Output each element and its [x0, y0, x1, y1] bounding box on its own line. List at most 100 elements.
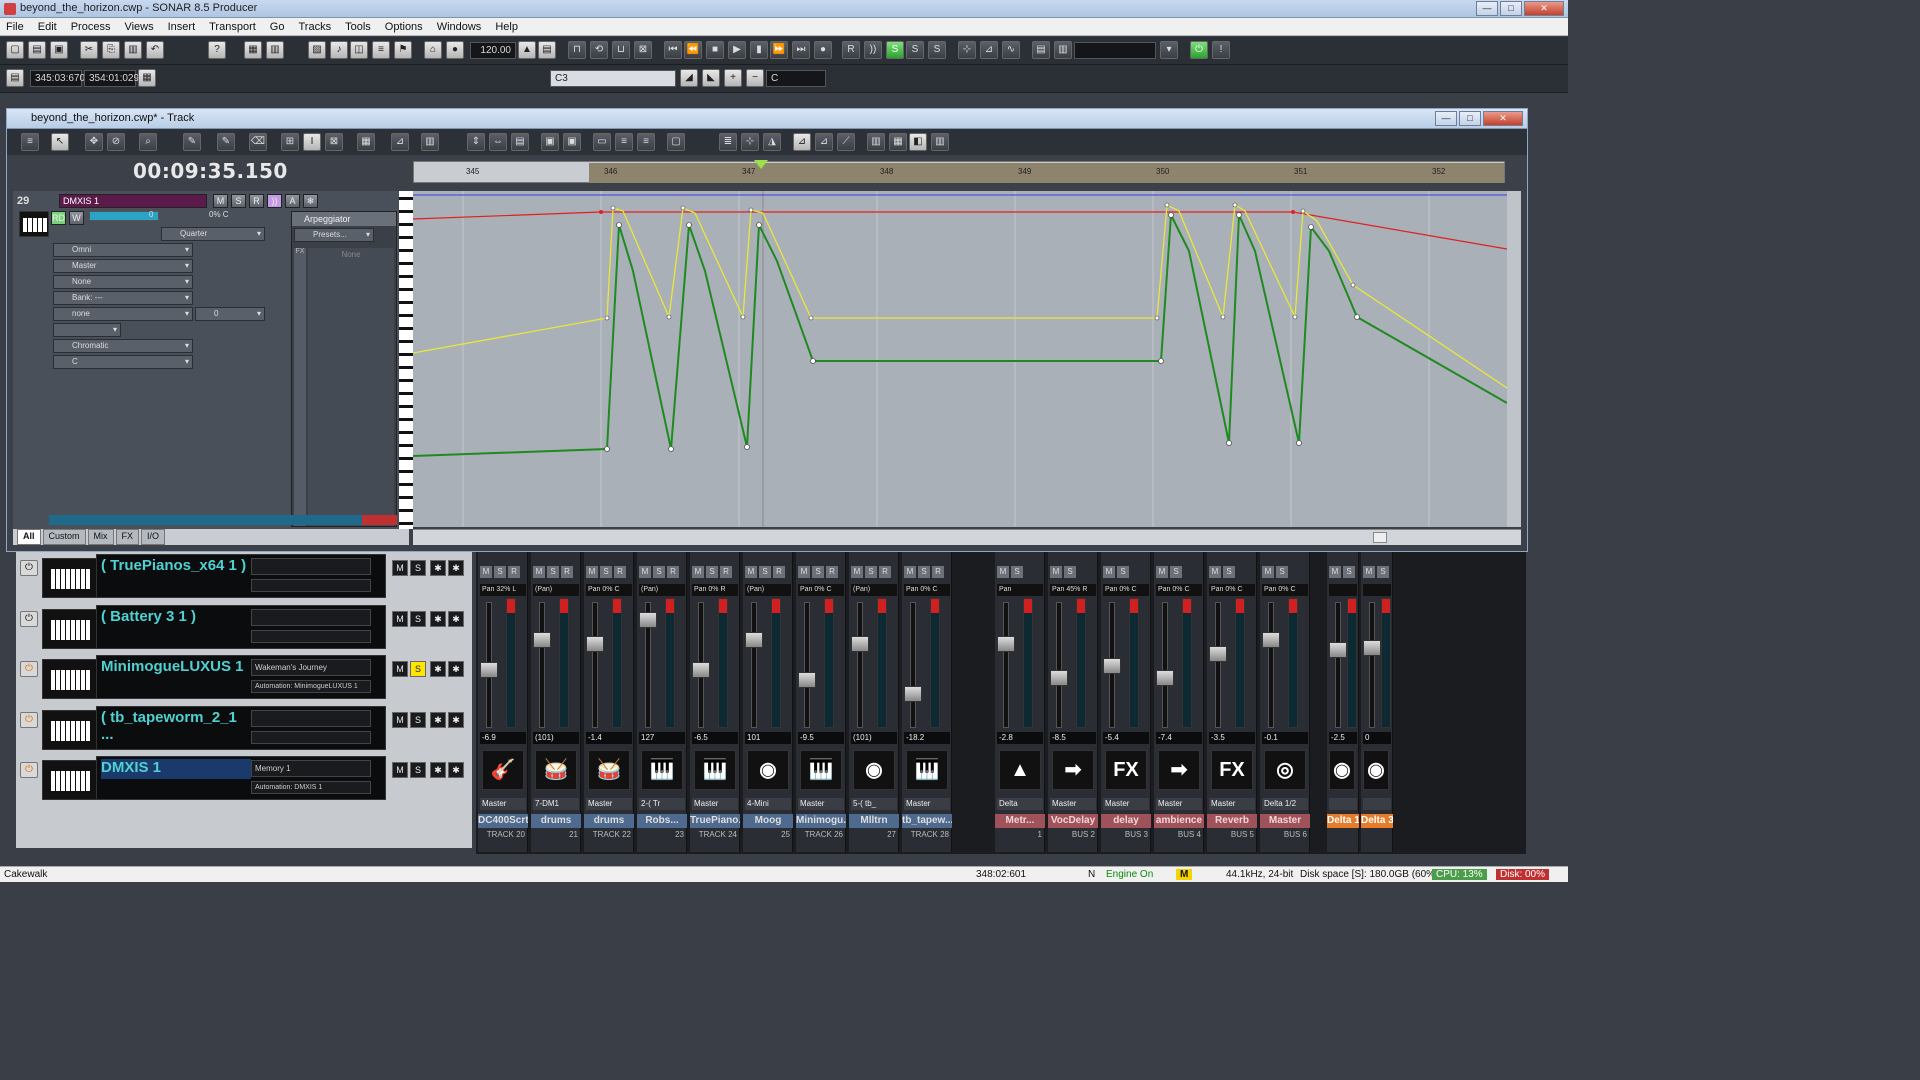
strip-solo-button[interactable]: S [600, 566, 612, 578]
console-strip[interactable]: M S R Pan 0% C -9.5 🎹 Master Minimogu... TRACK 2… [796, 552, 846, 852]
strip-pan[interactable]: Pan [997, 584, 1043, 596]
clip-pane[interactable] [412, 191, 1508, 527]
menu-options[interactable]: Options [385, 21, 423, 33]
synth-rack-row[interactable]: ⏻( Battery 3 1 ) M S ✱ ✱ [16, 604, 472, 653]
grid-icon[interactable]: ▦ [357, 133, 375, 151]
horizontal-scrollbar[interactable] [413, 529, 1521, 545]
move-tool-icon[interactable]: ✥ [85, 133, 103, 151]
meter-icon[interactable]: ◮ [763, 133, 781, 151]
automation-write-icon[interactable]: ∿ [1002, 41, 1020, 59]
bus-pane-icon[interactable]: ▤ [511, 133, 529, 151]
track-window-minimize[interactable]: — [1435, 111, 1457, 126]
notes-icon[interactable]: ≣ [719, 133, 737, 151]
tempo-field[interactable]: 120.00 [470, 42, 516, 59]
record-icon[interactable]: ● [814, 41, 832, 59]
arpeggiator-title[interactable]: Arpeggiator [292, 212, 396, 226]
strip-output-select[interactable]: Delta [997, 798, 1043, 810]
strip-pan[interactable]: Pan 0% C [1156, 584, 1202, 596]
strip-record-button[interactable]: R [932, 566, 944, 578]
transpose-up-icon[interactable]: ◢ [680, 69, 698, 87]
strip-name[interactable]: Delta 1/2 [1327, 814, 1359, 828]
strip-fader-cap[interactable] [997, 636, 1015, 652]
strip-fader-cap[interactable] [639, 612, 657, 628]
inspector-icon[interactable]: ▣ [563, 133, 581, 151]
strip-pan[interactable]: Pan 32% L [480, 584, 526, 596]
synth-preset-select[interactable]: Wakeman's Journey [251, 659, 371, 677]
synth-solo-button[interactable]: S [410, 560, 426, 576]
track-window-close[interactable]: ✕ [1483, 111, 1523, 126]
menu-tracks[interactable]: Tracks [298, 21, 331, 33]
strip-name[interactable]: Metr... [995, 814, 1045, 828]
solo-button[interactable]: S [231, 194, 246, 208]
synth-rack-row[interactable]: ⏻( tb_tapeworm_2_1 ... M S ✱ ✱ [16, 705, 472, 754]
timeline-ruler[interactable]: 345 346 347 348 349 350 351 352 [413, 160, 1505, 183]
strip-output-select[interactable]: Master [692, 798, 738, 810]
power-icon[interactable]: ⏻ [20, 610, 38, 627]
synth-props-icon[interactable]: ✱ [430, 711, 446, 728]
strip-fader-cap[interactable] [798, 672, 816, 688]
screenset-menu-icon[interactable]: ▾ [1160, 41, 1178, 59]
solo-override-icon[interactable]: S [886, 41, 904, 59]
console-strip[interactable]: M S R (Pan) (101) ◉ 5-( tb_ Mlltrn 27 [849, 552, 899, 852]
strip-record-button[interactable]: R [773, 566, 785, 578]
strip-fader-cap[interactable] [1156, 670, 1174, 686]
strip-fader-cap[interactable] [1050, 670, 1068, 686]
save-icon[interactable]: ▣ [50, 41, 68, 59]
strip-fader-cap[interactable] [692, 662, 710, 678]
synth-props-icon[interactable]: ✱ [430, 762, 446, 779]
strip-fader-cap[interactable] [1103, 658, 1121, 674]
ripple-edit-icon[interactable]: Ι [303, 133, 321, 151]
input-select[interactable]: Omni [53, 243, 193, 257]
console-strip[interactable]: M S R Pan 0% C -18.2 🎹 Master tb_tapew... TRACK … [902, 552, 952, 852]
fx-bin-icon[interactable]: ▦ [889, 133, 907, 151]
maximize-button[interactable]: □ [1500, 1, 1522, 16]
strip-mute-button[interactable]: M [1103, 566, 1115, 578]
key-offset-field[interactable]: 0 [195, 307, 265, 321]
snap-grid-icon[interactable]: ⊞ [281, 133, 299, 151]
new-file-icon[interactable]: ▢ [6, 41, 24, 59]
strip-name[interactable]: drums [584, 814, 634, 828]
patch-select[interactable]: none [53, 307, 193, 321]
strip-pan[interactable]: (Pan) [639, 584, 685, 596]
synth-rack-row[interactable]: ⏻( TruePianos_x64 1 ) M S ✱ ✱ [16, 554, 472, 602]
strip-mute-button[interactable]: M [997, 566, 1009, 578]
synth-automation-select[interactable] [251, 730, 371, 744]
menu-windows[interactable]: Windows [437, 21, 482, 33]
fit-tracks-icon[interactable]: ⇕ [467, 133, 485, 151]
strip-level[interactable]: -7.4 [1156, 732, 1202, 744]
tab-all[interactable]: All [17, 529, 41, 545]
strip-fader-cap[interactable] [851, 636, 869, 652]
strip-pan[interactable]: Pan 0% C [798, 584, 844, 596]
power-icon[interactable]: ⏻ [20, 711, 38, 728]
screenset-select[interactable] [1074, 42, 1156, 59]
menu-transport[interactable]: Transport [209, 21, 256, 33]
strip-record-button[interactable]: R [879, 566, 891, 578]
synth-rack-row[interactable]: ⏻ MinimogueLUXUS 1 Wakeman's Journey Automa… [16, 655, 472, 703]
console-strip[interactable]: M S Pan 0% C -5.4 FX Master delay BUS 3 [1101, 552, 1151, 852]
channel-select[interactable]: None [53, 275, 193, 289]
punch-icon[interactable]: ⊓ [568, 41, 586, 59]
strip-name[interactable]: Robs... [637, 814, 687, 828]
console-strip[interactable]: MS -2.5 ◉ Delta 1/2 [1327, 552, 1359, 852]
strip-pan[interactable]: Pan 0% C [1209, 584, 1255, 596]
strip-mute-button[interactable]: M [1262, 566, 1274, 578]
synth-show-icon[interactable]: ✱ [448, 560, 464, 576]
strip-record-button[interactable]: R [720, 566, 732, 578]
synth-preset-select[interactable] [251, 558, 371, 575]
tab-mix[interactable]: Mix [87, 529, 114, 545]
time-offset-field[interactable] [53, 323, 121, 337]
selection-start-field[interactable]: 345:03:670 [30, 70, 85, 87]
synth-show-icon[interactable]: ✱ [448, 762, 464, 779]
console-strip[interactable]: MSR Pan 32% L -6.9 🎸 Master DC400ScrtA TRACK 2… [478, 552, 528, 852]
strip-output-select[interactable]: Master [1050, 798, 1096, 810]
scale-root-select[interactable]: C [766, 70, 826, 87]
menu-views[interactable]: Views [124, 21, 153, 33]
menu-tools[interactable]: Tools [345, 21, 371, 33]
synth-panel[interactable]: MinimogueLUXUS 1 Wakeman's Journey Automat… [96, 655, 386, 700]
go-to-end-icon[interactable]: ⏭ [792, 41, 810, 59]
power-icon[interactable]: ⏻ [20, 661, 38, 678]
strip-output-select[interactable]: Master [480, 798, 526, 810]
close-button[interactable]: ✕ [1524, 1, 1564, 16]
tap-tempo-icon[interactable]: ▲ [518, 41, 536, 59]
read-automation-button[interactable]: RD [51, 211, 66, 225]
